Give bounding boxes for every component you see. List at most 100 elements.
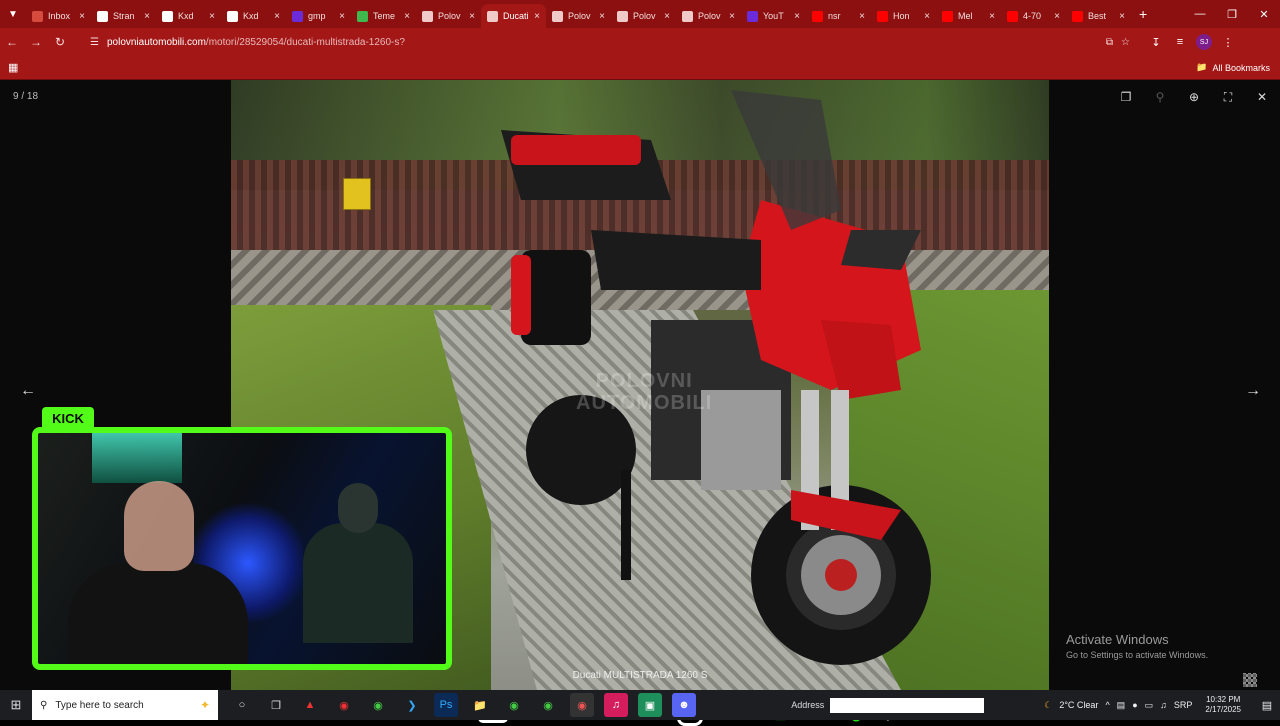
tab-close-icon[interactable]: × xyxy=(209,11,215,22)
tab-search-button[interactable]: ▼ xyxy=(0,0,26,28)
close-window-button[interactable]: ✕ xyxy=(1248,0,1280,28)
browser-tab[interactable]: Polov × xyxy=(546,4,611,28)
tab-close-icon[interactable]: × xyxy=(534,11,540,22)
browser-tab[interactable]: Stran × xyxy=(91,4,156,28)
obs-icon[interactable]: ▣ xyxy=(638,693,662,717)
browser-tab[interactable]: Best × xyxy=(1066,4,1131,28)
taskbar-search[interactable]: ⚲ Type here to search ✦ xyxy=(32,690,218,720)
prev-image-arrow[interactable]: ← xyxy=(20,382,36,400)
browser-tab[interactable]: Inbox × xyxy=(26,4,91,28)
tab-favicon-icon xyxy=(617,10,628,22)
tab-title: Stran xyxy=(113,11,135,21)
tab-close-icon[interactable]: × xyxy=(469,11,475,22)
browser-tab[interactable]: Kxd × xyxy=(221,4,286,28)
browser-tab[interactable]: Polov × xyxy=(676,4,741,28)
download-icon[interactable]: ↧ xyxy=(1148,36,1164,49)
minimize-button[interactable]: — xyxy=(1184,0,1216,28)
task-view-icon[interactable]: ❐ xyxy=(264,693,288,717)
url-host: polovniautomobili.com xyxy=(106,36,206,48)
close-viewer-icon[interactable]: ✕ xyxy=(1252,88,1272,106)
all-bookmarks-button[interactable]: 📁 All Bookmarks xyxy=(1196,62,1270,73)
new-tab-button[interactable]: + xyxy=(1139,6,1147,22)
bookmark-star-icon[interactable]: ☆ xyxy=(1121,37,1130,48)
capcut-icon[interactable]: ♫ xyxy=(604,693,628,717)
volume-icon[interactable]: ♫ xyxy=(1160,700,1167,710)
browser-tab[interactable]: Teme × xyxy=(351,4,416,28)
tab-close-icon[interactable]: × xyxy=(989,11,995,22)
slideshow-icon[interactable]: ❐ xyxy=(1116,88,1136,106)
thumbnails-grid-icon[interactable] xyxy=(1243,673,1257,687)
bookmarks-bar: ▦ 📁 All Bookmarks xyxy=(0,56,1280,80)
fullscreen-icon[interactable]: ⛶ xyxy=(1218,88,1238,106)
chrome-icon[interactable]: ◉ xyxy=(366,693,390,717)
browser-tab[interactable]: YouT × xyxy=(741,4,806,28)
tab-close-icon[interactable]: × xyxy=(924,11,930,22)
network-icon[interactable]: ▤ xyxy=(1117,700,1126,711)
browser-tab[interactable]: Hon × xyxy=(871,4,936,28)
browser-tab[interactable]: Mel × xyxy=(936,4,1001,28)
chrome-active-icon[interactable]: ◉ xyxy=(570,693,594,717)
pinned-apps: ○ ❐ ▲ ◉ ◉ ❯ Ps 📁 ◉ ◉ ◉ ♫ ▣ ☻ xyxy=(230,693,696,717)
file-explorer-icon[interactable]: 📁 xyxy=(468,693,492,717)
zoom-out-icon[interactable]: ⚲ xyxy=(1150,88,1170,106)
weather-text[interactable]: 2°C Clear xyxy=(1059,700,1098,710)
browser-tab[interactable]: Ducati × xyxy=(481,4,546,28)
address-bar[interactable]: ☰ polovniautomobili.com/motori/28529054/… xyxy=(80,31,1140,53)
apps-grid-icon[interactable]: ▦ xyxy=(8,61,18,74)
restore-button[interactable]: ❐ xyxy=(1216,0,1248,28)
cortana-icon[interactable]: ○ xyxy=(230,693,254,717)
all-bookmarks-label: All Bookmarks xyxy=(1212,62,1270,73)
discord-icon[interactable]: ☻ xyxy=(672,693,696,717)
browser-tab[interactable]: Polov × xyxy=(611,4,676,28)
image-caption: Ducati MULTISTRADA 1260 S xyxy=(572,670,708,681)
tray-chevron-icon[interactable]: ^ xyxy=(1105,700,1109,710)
vscode-icon[interactable]: ❯ xyxy=(400,693,424,717)
browser-tab[interactable]: nsr × xyxy=(806,4,871,28)
battery-icon[interactable]: ▭ xyxy=(1145,700,1154,711)
browser-tab[interactable]: Polov × xyxy=(416,4,481,28)
tab-title: gmp xyxy=(308,11,326,21)
browser-tab[interactable]: Kxd × xyxy=(156,4,221,28)
address-input[interactable] xyxy=(830,697,985,713)
start-button[interactable]: ⊞ xyxy=(0,697,32,713)
image-counter: 9 / 18 xyxy=(13,91,39,102)
tab-close-icon[interactable]: × xyxy=(599,11,605,22)
address-label: Address xyxy=(791,700,825,710)
site-watermark: POLOVNI AUTOMOBILI xyxy=(576,370,713,414)
tab-close-icon[interactable]: × xyxy=(664,11,670,22)
back-button[interactable]: ← xyxy=(0,35,24,49)
install-app-icon[interactable]: ⧉ xyxy=(1106,37,1113,48)
tab-close-icon[interactable]: × xyxy=(404,11,410,22)
app-globe-icon[interactable]: ◉ xyxy=(332,693,356,717)
forward-button[interactable]: → xyxy=(24,35,48,49)
browser-tab[interactable]: gmp × xyxy=(286,4,351,28)
app-triangle-icon[interactable]: ▲ xyxy=(298,693,322,717)
tab-close-icon[interactable]: × xyxy=(274,11,280,22)
tab-close-icon[interactable]: × xyxy=(794,11,800,22)
webcam-overlay xyxy=(32,427,452,670)
notifications-icon[interactable]: ▤ xyxy=(1254,699,1280,712)
chrome-profile-2-icon[interactable]: ◉ xyxy=(502,693,526,717)
tab-close-icon[interactable]: × xyxy=(859,11,865,22)
site-info-icon[interactable]: ☰ xyxy=(90,37,99,48)
next-image-arrow[interactable]: → xyxy=(1245,382,1261,400)
profile-avatar[interactable]: SJ xyxy=(1196,34,1212,50)
tab-close-icon[interactable]: × xyxy=(144,11,150,22)
clock[interactable]: 10:32 PM 2/17/2025 xyxy=(1205,695,1241,715)
photoshop-icon[interactable]: Ps xyxy=(434,693,458,717)
browser-tab[interactable]: 4-70 × xyxy=(1001,4,1066,28)
mic-icon[interactable]: ● xyxy=(1132,700,1137,710)
tab-close-icon[interactable]: × xyxy=(1119,11,1125,22)
reading-list-icon[interactable]: ≡ xyxy=(1172,36,1188,48)
chrome-profile-3-icon[interactable]: ◉ xyxy=(536,693,560,717)
tab-close-icon[interactable]: × xyxy=(1054,11,1060,22)
reload-button[interactable]: ↻ xyxy=(48,35,72,49)
menu-kebab-icon[interactable]: ⋮ xyxy=(1220,36,1236,49)
tab-favicon-icon xyxy=(357,10,368,22)
language-indicator[interactable]: SRP xyxy=(1174,700,1193,710)
zoom-in-icon[interactable]: ⊕ xyxy=(1184,88,1204,106)
tab-close-icon[interactable]: × xyxy=(339,11,345,22)
tab-close-icon[interactable]: × xyxy=(79,11,85,22)
tab-close-icon[interactable]: × xyxy=(729,11,735,22)
search-icon: ⚲ xyxy=(40,699,48,711)
